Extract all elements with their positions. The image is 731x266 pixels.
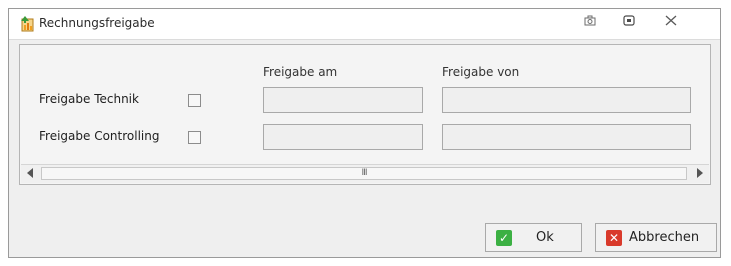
approval-panel: Freigabe am Freigabe von Freigabe Techni… — [19, 44, 711, 185]
technik-checkbox[interactable] — [188, 94, 201, 107]
scrollbar-thumb[interactable]: III — [41, 167, 687, 180]
invoice-approval-icon — [21, 16, 34, 32]
controlling-checkbox[interactable] — [188, 131, 201, 144]
title-bar: Rechnungsfreigabe — [9, 9, 720, 40]
ok-button-label: Ok — [536, 230, 554, 245]
cancel-button[interactable]: ✕ Abbrechen — [595, 223, 717, 252]
column-header-freigabe-von: Freigabe von — [442, 65, 520, 79]
horizontal-scrollbar[interactable]: III — [21, 164, 709, 183]
camera-icon[interactable] — [581, 15, 599, 31]
controlling-freigabe-von-field[interactable] — [442, 124, 691, 150]
checkmark-icon: ✓ — [496, 230, 512, 246]
row-label-controlling: Freigabe Controlling — [39, 129, 160, 143]
column-header-freigabe-am: Freigabe am — [263, 65, 338, 79]
scroll-left-icon[interactable] — [27, 168, 33, 178]
controlling-freigabe-am-field[interactable] — [263, 124, 423, 150]
close-icon[interactable] — [662, 15, 680, 31]
maximize-icon[interactable] — [620, 15, 638, 31]
scroll-right-icon[interactable] — [697, 168, 703, 178]
cancel-button-label: Abbrechen — [629, 230, 700, 245]
dialog-window: Rechnungsfreigabe Freigabe am Freigabe v… — [8, 8, 721, 258]
technik-freigabe-von-field[interactable] — [442, 87, 691, 113]
cancel-x-icon: ✕ — [606, 230, 622, 246]
window-title: Rechnungsfreigabe — [39, 16, 155, 30]
technik-freigabe-am-field[interactable] — [263, 87, 423, 113]
row-label-technik: Freigabe Technik — [39, 92, 139, 106]
ok-button[interactable]: ✓ Ok — [485, 223, 582, 252]
